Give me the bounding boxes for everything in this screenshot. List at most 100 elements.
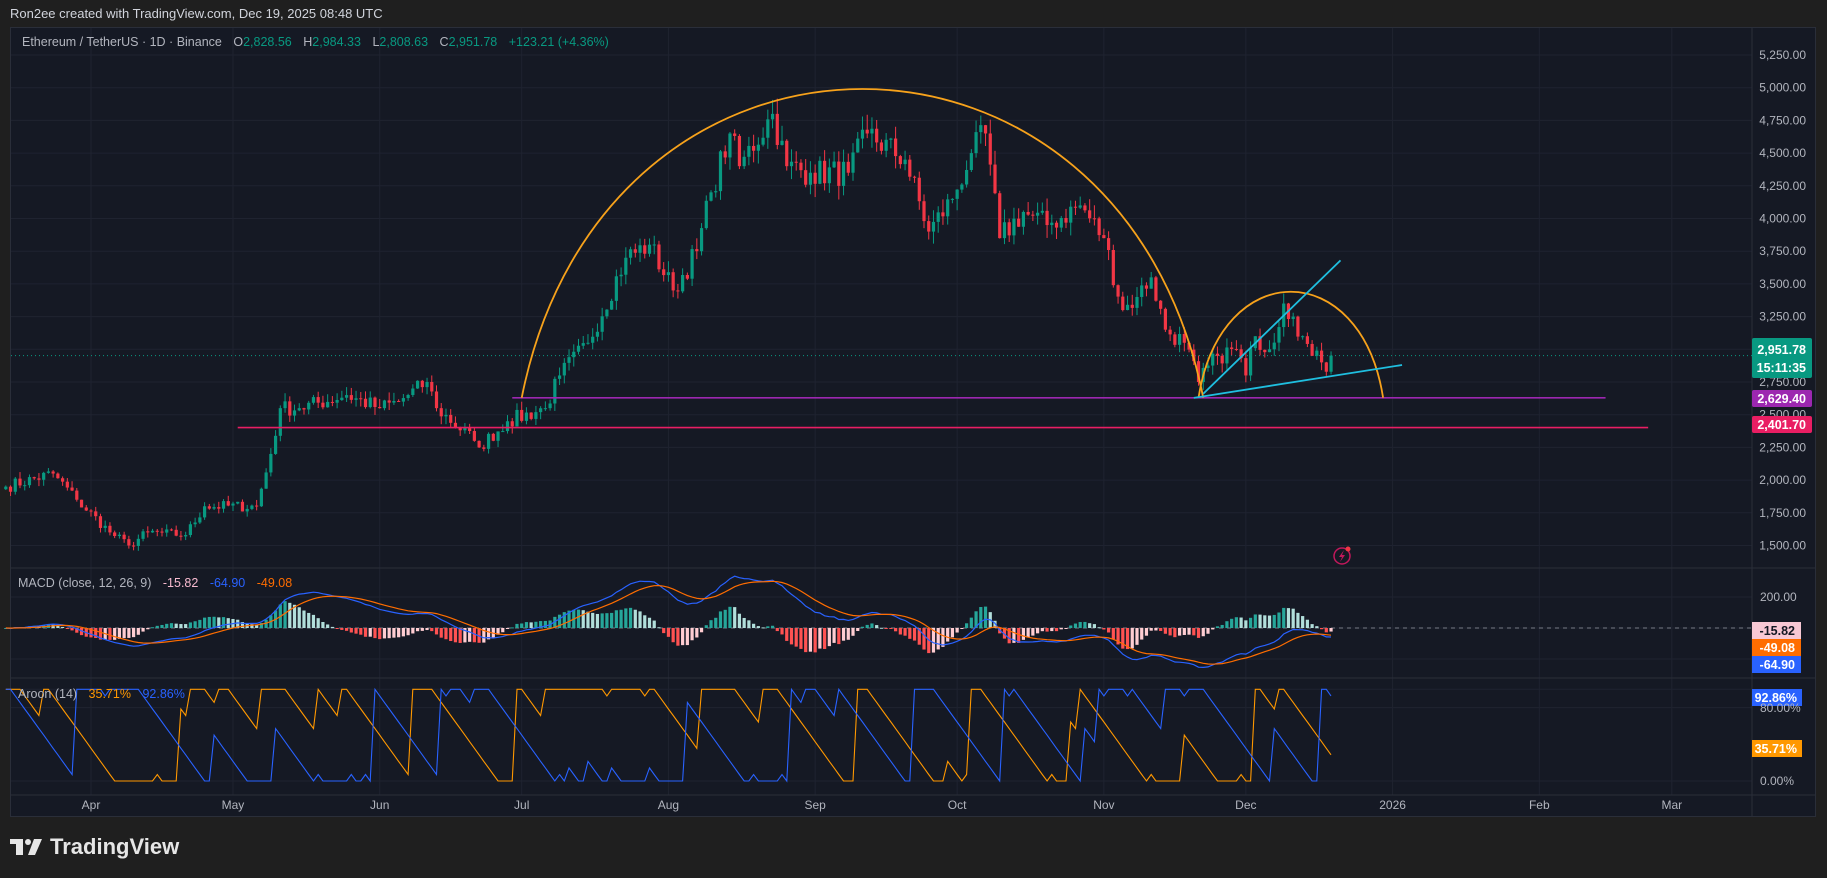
macd-histogram-bar	[501, 628, 505, 633]
macd-histogram-bar	[1263, 615, 1267, 628]
chart-canvas[interactable]: 5,250.00 5,000.00 4,750.00 4,500.00 4,250.00…	[0, 0, 1827, 878]
candle-body	[808, 172, 813, 185]
macd-histogram-bar	[1319, 628, 1324, 630]
candle-body	[397, 400, 401, 402]
macd-histogram-bar	[524, 622, 529, 628]
tradingview-logo[interactable]: TradingView	[10, 834, 179, 860]
macd-histogram-bar	[1059, 628, 1063, 630]
macd-histogram-bar	[1277, 612, 1281, 628]
lightning-event-icon[interactable]	[1333, 546, 1351, 565]
candle-body	[789, 161, 794, 167]
candle-body	[411, 388, 415, 395]
macd-histogram-bar	[1154, 628, 1158, 631]
price-axis[interactable]: 5,250.00 5,000.00 4,750.00 4,500.00 4,250.00…	[1759, 48, 1806, 553]
macd-histogram-bar	[1201, 628, 1205, 637]
price-axis-tick: 4,000.00	[1759, 212, 1806, 226]
candle-body	[894, 138, 898, 157]
candle-body	[624, 257, 628, 275]
candle-body	[302, 408, 306, 410]
symbol-legend[interactable]: Ethereum / TetherUS · 1D · Binance O2,82…	[22, 35, 609, 49]
macd-histogram-bar	[1036, 628, 1040, 634]
macd-title: MACD (close, 12, 26, 9)	[18, 576, 151, 590]
macd-histogram-bar	[1045, 628, 1049, 632]
macd-histogram-bar	[449, 628, 453, 642]
candle-body	[354, 398, 358, 400]
candle-body	[856, 138, 860, 153]
macd-histogram-bar	[823, 628, 827, 649]
candle-body	[250, 505, 254, 509]
macd-histogram-bar	[813, 628, 817, 653]
macd-histogram-bar	[752, 623, 756, 628]
macd-histogram-bar	[733, 607, 737, 628]
macd-histogram-bar	[1078, 622, 1082, 628]
macd-histogram-bar	[373, 628, 377, 639]
candle-body	[799, 162, 803, 171]
candle-body	[127, 539, 131, 546]
candle-body	[837, 161, 841, 186]
macd-legend[interactable]: MACD (close, 12, 26, 9) -15.82 -64.90 -4…	[18, 576, 292, 590]
macd-histogram-bar	[1192, 628, 1196, 636]
macd-histogram-bar	[1135, 628, 1139, 645]
aroon-axis-tick: 0.00%	[1760, 774, 1794, 788]
macd-histogram-bar	[420, 628, 424, 631]
purple-level-price: 2,629.40	[1757, 392, 1806, 406]
macd-histogram-bar	[131, 628, 136, 638]
macd-histogram-bar	[311, 614, 316, 628]
macd-histogram-bar	[894, 628, 898, 632]
candle-body	[193, 522, 197, 525]
time-axis-tick: Apr	[82, 798, 101, 812]
time-axis-tick: Mar	[1661, 798, 1682, 812]
candle-body	[1007, 222, 1011, 236]
macd-histogram-bar	[628, 607, 633, 628]
macd-histogram-bar	[922, 628, 926, 650]
macd-histogram-bar	[695, 628, 699, 638]
candle-body	[75, 490, 79, 500]
macd-histogram-bar	[666, 628, 671, 637]
candle-body	[671, 272, 675, 291]
macd-histogram-bar	[1149, 628, 1153, 631]
candle-body	[737, 135, 742, 167]
candle-body	[562, 362, 566, 376]
macd-histogram-bar	[401, 628, 405, 637]
macd-histogram-bar	[122, 628, 126, 639]
macd-histogram-bar	[685, 628, 689, 646]
price-axis-tick: 3,250.00	[1759, 310, 1806, 324]
purple-level-badge: 2,629.40	[1752, 390, 1812, 407]
candle-body	[1168, 329, 1172, 335]
open-label: O	[233, 35, 243, 49]
candle-body	[619, 274, 623, 277]
candle-body	[983, 125, 988, 134]
candle-body	[1319, 350, 1324, 363]
candle-body	[368, 397, 372, 408]
macd-histogram-bar	[595, 613, 600, 628]
macd-histogram-bar	[1140, 628, 1144, 640]
candle-body	[359, 398, 363, 400]
candle-body	[557, 375, 562, 379]
macd-histogram-bar	[307, 612, 311, 628]
candle-body	[496, 431, 500, 441]
candle-body	[259, 488, 263, 507]
candle-body	[827, 167, 831, 184]
candle-body	[657, 244, 661, 270]
candle-body	[766, 119, 770, 138]
macd-histogram-bar	[193, 621, 197, 628]
aroon-legend[interactable]: Aroon (14) 35.71% 92.86%	[18, 687, 185, 701]
macd-histogram-bar	[340, 628, 344, 630]
candle-body	[1225, 347, 1229, 364]
macd-histogram-bar	[737, 613, 742, 628]
candle-body	[477, 440, 481, 448]
macd-histogram-bar	[775, 628, 779, 632]
candle-body	[614, 276, 618, 301]
macd-histogram-bar	[804, 628, 808, 653]
time-axis[interactable]: Apr May Jun Jul Aug Sep Oct Nov Dec 2026 Feb Mar	[82, 798, 1683, 812]
candle-body	[103, 525, 107, 528]
candle-body	[311, 397, 316, 403]
candle-body	[1002, 222, 1007, 239]
macd-histogram-bar	[808, 628, 813, 652]
macd-histogram-bar	[681, 628, 685, 646]
candle-body	[841, 161, 846, 186]
candle-body	[553, 378, 557, 404]
candle-body	[1267, 349, 1272, 353]
macd-histogram-bar	[368, 628, 372, 637]
macd-histogram-bar	[936, 628, 940, 650]
